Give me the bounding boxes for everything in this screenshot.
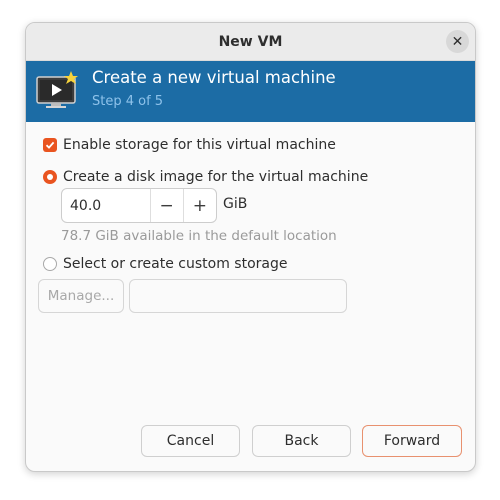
custom-storage-input[interactable] [129, 279, 347, 313]
create-disk-label: Create a disk image for the virtual mach… [63, 169, 369, 185]
wizard-step: Step 4 of 5 [92, 94, 164, 109]
disk-size-input[interactable]: 40.0 [62, 189, 150, 222]
disk-size-spinbutton[interactable]: 40.0 − + [61, 188, 217, 223]
manage-button[interactable]: Manage... [38, 279, 124, 313]
check-icon [45, 141, 55, 149]
available-space-hint: 78.7 GiB available in the default locati… [61, 228, 337, 244]
cancel-button[interactable]: Cancel [141, 425, 240, 457]
enable-storage-label: Enable storage for this virtual machine [63, 137, 336, 153]
minus-icon: − [159, 195, 174, 216]
plus-icon: + [192, 195, 207, 216]
custom-storage-row[interactable]: Select or create custom storage [43, 256, 288, 272]
create-disk-row[interactable]: Create a disk image for the virtual mach… [43, 169, 368, 185]
create-disk-radio[interactable] [43, 170, 57, 184]
monitor-play-icon [36, 71, 80, 111]
enable-storage-row[interactable]: Enable storage for this virtual machine [43, 137, 336, 153]
titlebar: New VM ✕ [26, 23, 475, 61]
back-button[interactable]: Back [252, 425, 351, 457]
enable-storage-checkbox[interactable] [43, 138, 57, 152]
close-button[interactable]: ✕ [446, 30, 469, 53]
custom-storage-label: Select or create custom storage [63, 256, 288, 272]
new-vm-dialog: New VM ✕ Create a new virtual machine St… [25, 22, 476, 472]
decrease-button[interactable]: − [149, 189, 183, 222]
forward-button[interactable]: Forward [362, 425, 462, 457]
disk-unit-label: GiB [223, 196, 248, 212]
custom-storage-radio[interactable] [43, 257, 57, 271]
increase-button[interactable]: + [182, 189, 216, 222]
wizard-header: Create a new virtual machine Step 4 of 5 [26, 61, 475, 122]
close-icon: ✕ [451, 33, 464, 50]
window-title: New VM [218, 33, 283, 50]
wizard-title: Create a new virtual machine [92, 68, 336, 87]
